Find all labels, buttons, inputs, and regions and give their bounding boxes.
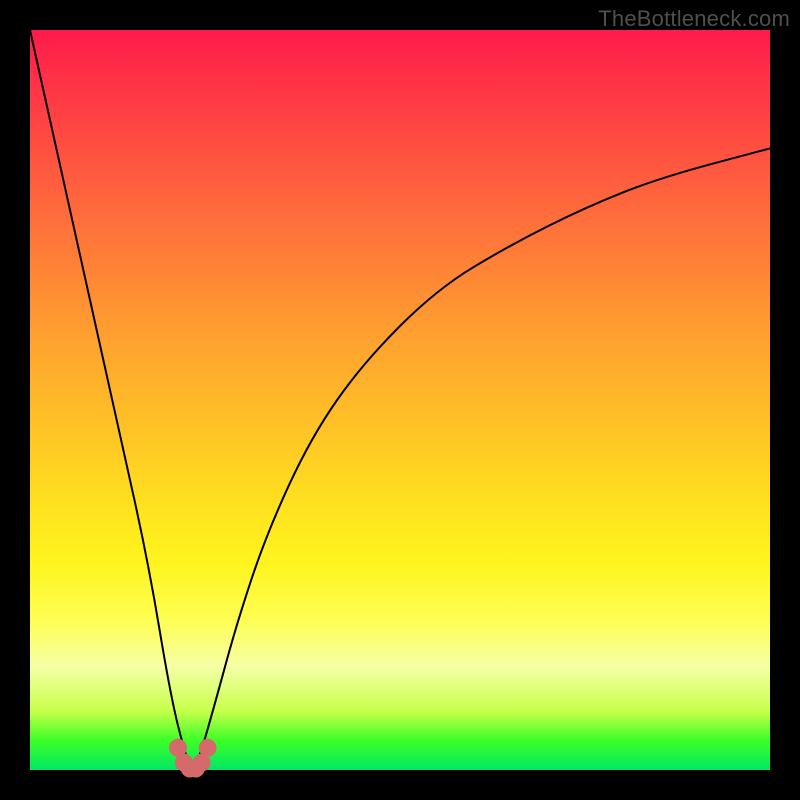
min-marker (199, 739, 217, 757)
watermark-text: TheBottleneck.com (598, 6, 790, 32)
min-region-markers (169, 739, 217, 778)
bottleneck-curve (30, 30, 770, 766)
curve-layer (30, 30, 770, 770)
chart-frame (30, 30, 770, 770)
